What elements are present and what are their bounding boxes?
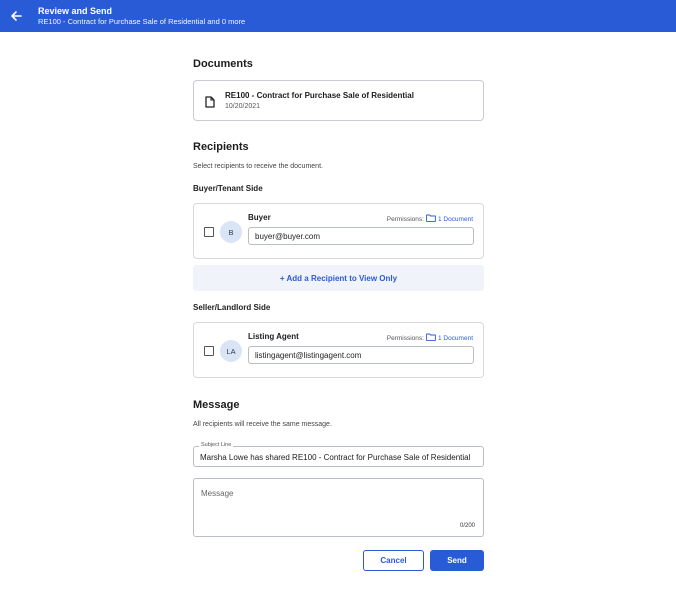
email-field[interactable] (248, 346, 474, 364)
permissions-link[interactable]: 1 Document (426, 214, 473, 224)
permissions-label: Permissions: (386, 334, 424, 342)
message-textarea[interactable]: Message 0/200 (193, 478, 484, 537)
cancel-button[interactable]: Cancel (363, 550, 424, 571)
add-view-only-recipient-button[interactable]: + Add a Recipient to View Only (193, 265, 484, 291)
seller-side-label: Seller/Landlord Side (193, 303, 271, 312)
send-button[interactable]: Send (430, 550, 484, 571)
message-description: All recipients will receive the same mes… (193, 421, 332, 428)
document-title: RE100 - Contract for Purchase Sale of Re… (225, 91, 414, 100)
page-subtitle: RE100 - Contract for Purchase Sale of Re… (38, 17, 246, 26)
recipient-name: Buyer (248, 213, 271, 222)
permissions-label: Permissions: (386, 215, 424, 223)
email-field[interactable] (248, 227, 474, 245)
subject-line-value: Marsha Lowe has shared RE100 - Contract … (200, 453, 471, 462)
arrow-left-icon[interactable] (8, 8, 24, 24)
subject-line-field[interactable]: Subject Line Marsha Lowe has shared RE10… (193, 442, 484, 467)
message-heading: Message (193, 399, 240, 411)
permissions: Permissions: 1 Document (387, 214, 473, 224)
documents-heading: Documents (193, 58, 253, 70)
subject-line-label: Subject Line (199, 442, 234, 448)
recipient-card-buyer: B Buyer Permissions: 1 Document (193, 203, 484, 259)
recipient-name: Listing Agent (248, 332, 299, 341)
permissions-link[interactable]: 1 Document (426, 333, 473, 343)
character-counter: 0/200 (459, 523, 475, 529)
permissions-value: 1 Document (437, 215, 473, 223)
recipient-checkbox-buyer[interactable] (204, 227, 214, 237)
folder-icon (426, 333, 436, 343)
page-title: Review and Send (38, 6, 113, 16)
document-card[interactable]: RE100 - Contract for Purchase Sale of Re… (193, 80, 484, 121)
recipient-checkbox-listing-agent[interactable] (204, 346, 214, 356)
avatar: B (220, 221, 242, 243)
buyer-side-label: Buyer/Tenant Side (193, 184, 263, 193)
document-date: 10/20/2021 (225, 103, 261, 110)
top-bar: Review and Send RE100 - Contract for Pur… (0, 0, 676, 32)
document-icon (205, 95, 215, 108)
permissions: Permissions: 1 Document (387, 333, 473, 343)
avatar: LA (220, 340, 242, 362)
recipients-heading: Recipients (193, 141, 249, 153)
folder-icon (426, 214, 436, 224)
permissions-value: 1 Document (437, 334, 473, 342)
message-placeholder: Message (201, 489, 234, 498)
recipient-card-listing-agent: LA Listing Agent Permissions: 1 Document (193, 322, 484, 378)
recipients-description: Select recipients to receive the documen… (193, 163, 323, 170)
